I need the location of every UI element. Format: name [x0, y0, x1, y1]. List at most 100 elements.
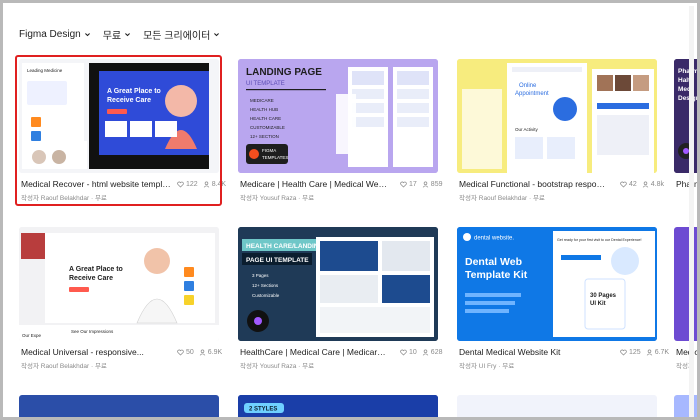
users-count: 4.8k [650, 181, 665, 188]
template-card[interactable] [674, 395, 697, 417]
users-stat: 859 [422, 181, 442, 188]
svg-text:Receive Care: Receive Care [69, 275, 113, 282]
svg-text:CUSTOMIZABLE: CUSTOMIZABLE [250, 125, 285, 130]
likes-count: 122 [186, 181, 198, 188]
users-count: 6.9K [207, 349, 223, 356]
template-card[interactable]: Online Appointment Our Activity Medical … [457, 59, 664, 204]
template-card[interactable]: dental website. Dental Web Template Kit … [457, 227, 669, 372]
template-card[interactable]: LANDING PAGE UI TEMPLATE MEDICARE HEALTH… [238, 59, 442, 204]
template-card[interactable]: A Great Place to Receive Care See Our Im… [19, 227, 222, 372]
dental-kit-preview: dental website. Dental Web Template Kit … [457, 227, 657, 341]
template-card[interactable]: 2 STYLES [238, 395, 438, 417]
user-icon [422, 181, 429, 188]
card-title[interactable]: Medica [676, 347, 697, 357]
preview-subheadline: Template Kit [465, 269, 528, 281]
filter-label: 무료 [102, 31, 122, 42]
chevron-down-icon [84, 33, 90, 37]
chevron-down-icon [125, 33, 131, 37]
card-thumbnail[interactable]: Leading Medicine Our Team A Great Place … [19, 59, 219, 173]
user-icon [203, 181, 209, 188]
card-title[interactable]: Medicare | Health Care | Medical Website… [240, 179, 390, 189]
template-card[interactable] [457, 395, 657, 417]
preview-brand: dental website. [474, 236, 514, 242]
filter-creators[interactable]: 모든 크리에이터 [143, 27, 220, 42]
card-title[interactable]: Medical Recover - html website templat..… [21, 179, 171, 189]
card-title[interactable]: Medical Universal - responsive... [21, 347, 171, 357]
heart-icon [177, 181, 184, 188]
svg-text:12+ SECTION: 12+ SECTION [250, 134, 279, 139]
svg-text:Customizable: Customizable [252, 293, 280, 298]
card-author: 작성자 Yousuf Raza · 무료 [240, 195, 315, 202]
card-author: 작성자 Raouf Belakhdar · 무료 [459, 195, 545, 202]
card-thumbnail[interactable]: LANDING PAGE UI TEMPLATE MEDICARE HEALTH… [238, 59, 438, 173]
card-author: 작성자 Yousuf Raza · 무료 [240, 363, 315, 370]
preview-activity: Our Activity [515, 127, 539, 132]
user-icon [646, 349, 652, 356]
template-card[interactable] [19, 395, 219, 417]
likes-stat: 17 [400, 181, 417, 188]
preview-uikit: UI Kit [590, 301, 606, 307]
card-thumbnail[interactable]: 2 STYLES [238, 395, 438, 417]
card-thumbnail[interactable] [457, 395, 657, 417]
card-title[interactable]: Medical Functional - bootstrap responsi.… [459, 179, 609, 189]
svg-text:A Great Place to: A Great Place to [69, 266, 123, 273]
heart-icon [620, 349, 627, 356]
heart-icon [620, 181, 627, 188]
user-icon [422, 349, 429, 356]
preview-styles-chip: 2 STYLES [249, 407, 277, 413]
card-thumbnail[interactable] [674, 227, 697, 341]
user-icon [642, 181, 649, 188]
card-author: 작성자 Raouf Belakhdar · 무료 [21, 363, 107, 370]
card-title[interactable]: Pharma [676, 179, 697, 189]
medical-functional-preview: Online Appointment Our Activity [457, 59, 657, 173]
preview-headline: Dental Web [465, 256, 522, 268]
preview-brand: Leading Medicine [27, 68, 63, 73]
filter-price[interactable]: 무료 [103, 27, 131, 42]
likes-stat: 42 [620, 181, 637, 188]
svg-text:12+ Sections: 12+ Sections [252, 283, 279, 288]
card-thumbnail[interactable]: A Great Place to Receive Care See Our Im… [19, 227, 219, 341]
preview-headline: HEALTH CARE/LANDING [246, 243, 324, 250]
template-card[interactable]: Medica 작성자 [674, 227, 697, 372]
users-stat: 6.9K [199, 349, 222, 356]
card-thumbnail[interactable]: Pharm Halth Medi Design [674, 59, 697, 173]
card-thumbnail[interactable]: dental website. Dental Web Template Kit … [457, 227, 657, 341]
card-stats: 10 628 [400, 349, 442, 356]
page-scrollbar[interactable] [689, 6, 694, 417]
medical-recover-preview: Leading Medicine Our Team A Great Place … [19, 59, 219, 173]
card-thumbnail[interactable] [19, 395, 219, 417]
medical-universal-preview: A Great Place to Receive Care See Our Im… [19, 227, 219, 341]
card-thumbnail[interactable] [674, 395, 697, 417]
heart-icon [400, 181, 407, 188]
preview-ready: Get ready for your first visit to our De… [557, 238, 642, 242]
likes-count: 50 [186, 349, 194, 356]
healthcare-preview: HEALTH CARE/LANDING PAGE UI TEMPLATE 3 P… [238, 227, 438, 341]
likes-stat: 122 [177, 181, 198, 188]
users-count: 628 [430, 349, 443, 356]
card-author: 작성자 UI Fry · 무료 [459, 363, 515, 370]
card-title[interactable]: Dental Medical Website Kit [459, 347, 609, 357]
card-stats: 50 6.9K [177, 349, 222, 356]
preview-headline: LANDING PAGE [246, 67, 322, 78]
filter-label: Figma Design [19, 29, 81, 40]
filter-figma-design[interactable]: Figma Design [19, 27, 91, 42]
template-card[interactable]: Leading Medicine Our Team A Great Place … [19, 59, 226, 204]
card-thumbnail[interactable]: HEALTH CARE/LANDING PAGE UI TEMPLATE 3 P… [238, 227, 438, 341]
template-card[interactable]: HEALTH CARE/LANDING PAGE UI TEMPLATE 3 P… [238, 227, 442, 372]
users-stat: 8.4K [203, 181, 226, 188]
template-card[interactable]: Pharm Halth Medi Design Pharma [674, 59, 697, 204]
users-stat: 628 [422, 349, 443, 356]
likes-count: 125 [629, 349, 641, 356]
two-styles-preview: 2 STYLES [238, 395, 438, 417]
card-stats: 42 4.8k [620, 181, 664, 188]
likes-count: 10 [409, 349, 417, 356]
pharma-preview: Pharm Halth Medi Design [674, 59, 697, 173]
card-title[interactable]: HealthCare | Medical Care | Medicare |..… [240, 347, 390, 357]
likes-count: 17 [409, 181, 417, 188]
preview-subheadline: PAGE UI TEMPLATE [246, 257, 309, 264]
svg-text:A Great Place to: A Great Place to [107, 88, 161, 95]
svg-text:Receive Care: Receive Care [107, 97, 151, 104]
preview-badge-templates: TEMPLATES [262, 155, 288, 160]
filter-label: 모든 크리에이터 [143, 31, 211, 42]
card-thumbnail[interactable]: Online Appointment Our Activity [457, 59, 657, 173]
